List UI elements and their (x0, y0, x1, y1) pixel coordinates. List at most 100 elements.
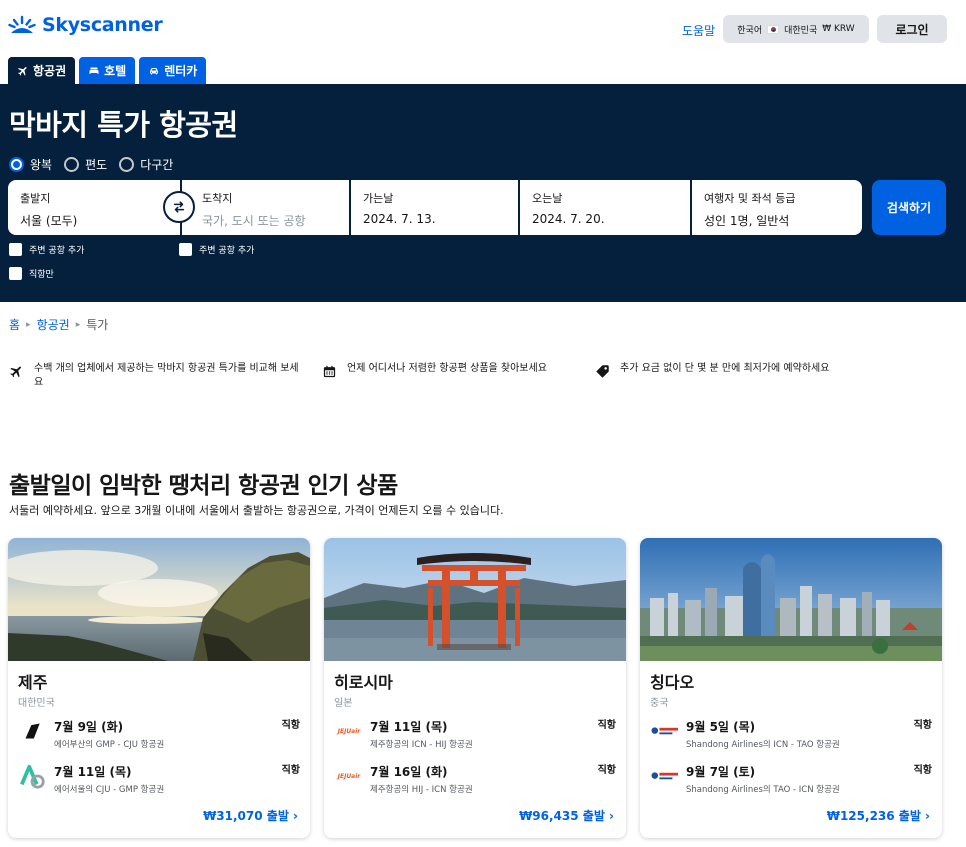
radio-label: 왕복 (30, 158, 53, 172)
flight-inbound[interactable]: JEJUair 7월 16일 (화) 제주항공의 HIJ - ICN 항공권 직… (334, 761, 616, 797)
origin-field[interactable]: 출발지 서울 (모두) (8, 180, 180, 235)
return-value: 2024. 7. 20. (532, 212, 605, 226)
shandong-airlines-logo (650, 761, 680, 791)
flight-route: Shandong Airlines의 TAO - ICN 항공권 (686, 785, 840, 795)
air-seoul-logo (18, 761, 48, 791)
section-title: 출발일이 임박한 땡처리 항공권 인기 상품 (9, 473, 398, 499)
radio-label: 편도 (85, 158, 108, 172)
tab-label: 호텔 (104, 64, 127, 78)
flight-info: 9월 7일 (토) Shandong Airlines의 TAO - ICN 항… (686, 761, 932, 797)
chevron-right-icon: ▸ (26, 319, 31, 330)
travellers-cabin-field[interactable]: 여행자 및 좌석 등급 성인 1명, 일반석 (692, 180, 862, 235)
origin-value[interactable]: 서울 (모두) (20, 212, 168, 229)
bed-icon (89, 67, 99, 74)
search-form: 출발지 서울 (모두) 도착지 국가, 도시 또는 공항 가는날 2024. 7… (8, 180, 862, 235)
travellers-value: 성인 1명, 일반석 (704, 214, 790, 228)
direct-badge: 직항 (281, 720, 300, 731)
checkbox-box (179, 243, 192, 256)
flight-outbound[interactable]: 9월 5일 (목) Shandong Airlines의 ICN - TAO 항… (650, 716, 932, 752)
plane-icon (10, 366, 21, 378)
radio-indicator (9, 157, 24, 172)
tab-hotels[interactable]: 호텔 (79, 57, 136, 84)
flight-inbound[interactable]: 9월 7일 (토) Shandong Airlines의 TAO - ICN 항… (650, 761, 932, 797)
tab-label: 항공권 (33, 64, 67, 78)
logo-text: Skyscanner (42, 14, 163, 36)
trip-type-selector: 왕복 편도 다구간 (9, 156, 173, 173)
deal-price-link[interactable]: ₩125,236 출발 › (827, 807, 930, 824)
tag-icon (596, 365, 609, 378)
depart-date-field[interactable]: 가는날 2024. 7. 13. (351, 180, 518, 235)
nearby-destination-checkbox[interactable]: 주변 공항 추가 (179, 243, 254, 256)
destination-country: 일본 (334, 698, 353, 709)
plane-icon (18, 66, 27, 76)
flight-info: 7월 11일 (목) 에어서울의 CJU - GMP 항공권 (54, 761, 300, 797)
swap-arrows-icon (173, 201, 185, 213)
checkbox-label: 주변 공항 추가 (199, 246, 255, 256)
sunrise-logo-icon (8, 15, 36, 33)
flight-info: 7월 16일 (화) 제주항공의 HIJ - ICN 항공권 (370, 761, 616, 797)
flight-route: Shandong Airlines의 ICN - TAO 항공권 (686, 740, 840, 750)
tab-flights[interactable]: 항공권 (8, 57, 76, 84)
jeju-air-logo-text: JEJUair (337, 772, 361, 780)
radio-indicator (119, 157, 135, 172)
destination-country: 중국 (650, 698, 669, 709)
language-label: 한국어 (737, 25, 763, 36)
deal-card-hiroshima[interactable]: 히로시마 일본 JEJUair 7월 11일 (목) 제주항공의 ICN - H… (324, 538, 626, 838)
feature-text: 언제 어디서나 저렴한 항공편 상품을 찾아보세요 (347, 363, 547, 374)
search-hero: 막바지 특가 항공권 왕복 편도 다구간 출발지 서울 (모두) 도착지 국가,… (0, 84, 966, 302)
deal-card-body: 칭다오 중국 9월 5일 (목) Shandong Airlines의 ICN … (640, 661, 942, 838)
flight-route: 에어서울의 CJU - GMP 항공권 (54, 785, 165, 795)
trip-type-multi-city-radio[interactable]: 다구간 (119, 156, 173, 173)
direct-only-checkbox[interactable]: 직항만 (9, 267, 54, 280)
skyscanner-logo[interactable]: Skyscanner (8, 14, 163, 36)
flight-info: 7월 11일 (목) 제주항공의 ICN - HIJ 항공권 (370, 716, 616, 752)
search-button[interactable]: 검색하기 (872, 180, 946, 235)
flight-date: 7월 16일 (화) (370, 765, 448, 779)
destination-input[interactable]: 국가, 도시 또는 공항 (202, 212, 337, 229)
breadcrumb-home-link[interactable]: 홈 (9, 316, 20, 333)
flight-outbound[interactable]: JEJUair 7월 11일 (목) 제주항공의 ICN - HIJ 항공권 직… (334, 716, 616, 752)
feature-text: 추가 요금 없이 단 몇 분 만에 최저가에 예약하세요 (620, 363, 830, 374)
return-label: 오는날 (532, 192, 563, 205)
deal-card-qingdao[interactable]: 칭다오 중국 9월 5일 (목) Shandong Airlines의 ICN … (640, 538, 942, 838)
flight-inbound[interactable]: 7월 11일 (목) 에어서울의 CJU - GMP 항공권 직항 (18, 761, 300, 797)
direct-badge: 직항 (913, 720, 932, 731)
return-date-field[interactable]: 오는날 2024. 7. 20. (520, 180, 690, 235)
deal-card-jeju[interactable]: 제주 대한민국 7월 9일 (화) 에어부산의 GMP - CJU 항공권 직항 (8, 538, 310, 838)
help-link[interactable]: 도움말 (682, 22, 715, 39)
checkbox-box (9, 243, 22, 256)
chevron-right-icon: ▸ (75, 319, 81, 330)
flight-date: 9월 5일 (목) (686, 720, 756, 734)
section-subtitle: 서둘러 예약하세요. 앞으로 3개월 이내에 서울에서 출발하는 항공권으로, … (9, 504, 504, 517)
destination-city: 히로시마 (334, 673, 393, 692)
product-tabs: 항공권 호텔 렌터카 (8, 57, 207, 84)
page-title: 막바지 특가 항공권 (9, 108, 238, 142)
deal-price-link[interactable]: ₩31,070 출발 › (203, 807, 298, 824)
locale-currency-button[interactable]: 한국어 대한민국 ₩ KRW (723, 15, 869, 43)
breadcrumb-flights-link[interactable]: 항공권 (37, 316, 70, 333)
tab-car-hire[interactable]: 렌터카 (139, 57, 207, 84)
depart-value: 2024. 7. 13. (363, 212, 436, 226)
car-icon (150, 67, 159, 74)
shandong-airlines-logo (650, 716, 680, 746)
deal-price-link[interactable]: ₩96,435 출발 › (519, 807, 614, 824)
deal-card-body: 히로시마 일본 JEJUair 7월 11일 (목) 제주항공의 ICN - H… (324, 661, 626, 838)
login-button[interactable]: 로그인 (877, 15, 947, 43)
flight-info: 9월 5일 (목) Shandong Airlines의 ICN - TAO 항… (686, 716, 932, 752)
deal-card-body: 제주 대한민국 7월 9일 (화) 에어부산의 GMP - CJU 항공권 직항 (8, 661, 310, 838)
korea-flag-icon (767, 24, 780, 34)
destination-field[interactable]: 도착지 국가, 도시 또는 공항 (182, 180, 349, 235)
trip-type-one-way-radio[interactable]: 편도 (64, 156, 107, 173)
destination-country: 대한민국 (18, 698, 55, 709)
swap-locations-button[interactable] (163, 191, 195, 223)
nearby-origin-checkbox[interactable]: 주변 공항 추가 (9, 243, 84, 256)
flight-outbound[interactable]: 7월 9일 (화) 에어부산의 GMP - CJU 항공권 직항 (18, 716, 300, 752)
checkbox-label: 직항만 (29, 270, 54, 280)
currency-label: ₩ KRW (822, 24, 855, 34)
radio-indicator (64, 157, 80, 172)
site-header: Skyscanner 도움말 한국어 대한민국 ₩ KRW 로그인 (0, 0, 966, 56)
jeju-air-logo-text: JEJUair (337, 727, 361, 735)
trip-type-return-radio[interactable]: 왕복 (9, 156, 52, 173)
deal-cards: 제주 대한민국 7월 9일 (화) 에어부산의 GMP - CJU 항공권 직항 (8, 538, 958, 838)
destination-city: 제주 (18, 673, 48, 692)
